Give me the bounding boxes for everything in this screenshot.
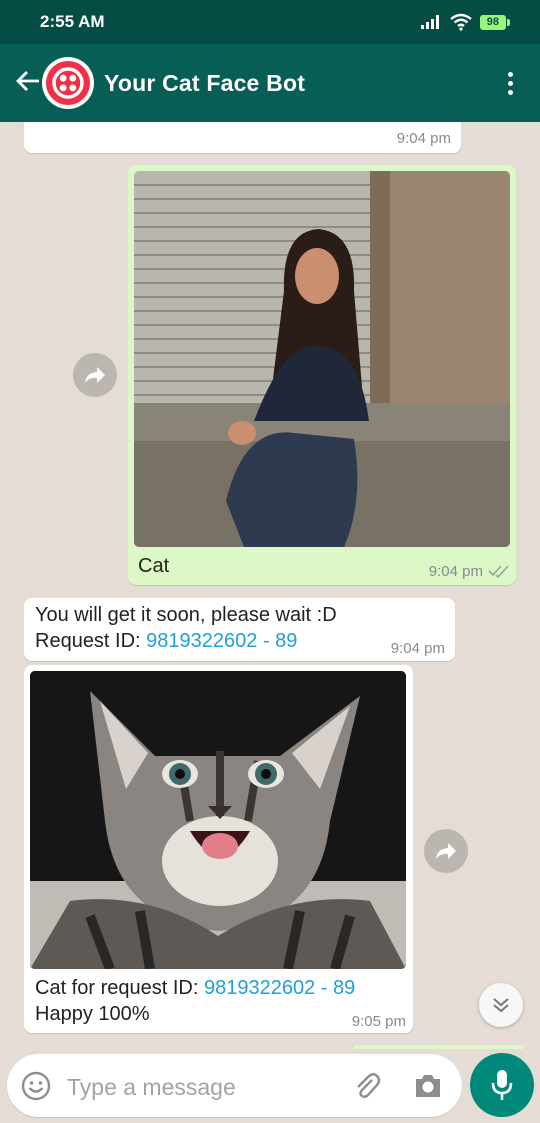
forward-icon[interactable]: [424, 829, 468, 873]
message-time: 9:05 pm: [351, 1013, 406, 1030]
message-incoming-image[interactable]: Cat for request ID: 9819322602 - 89 Happ…: [24, 665, 413, 1033]
request-id-link[interactable]: 9819322602 - 89: [204, 977, 355, 999]
outgoing-bubble-edge: [354, 1045, 524, 1049]
message-text-line1: You will get it soon, please wait :D: [35, 604, 337, 626]
battery-tip: [507, 18, 510, 26]
composer-bar: Type a message: [0, 1050, 540, 1123]
status-time: 2:55 AM: [40, 12, 105, 31]
status-bar: 2:55 AM 98: [0, 0, 540, 44]
message-text-line2: Happy 100%: [35, 1003, 150, 1025]
more-vert-icon[interactable]: [490, 71, 530, 95]
signal-icon: [420, 15, 439, 29]
twilio-logo-icon: [46, 61, 90, 105]
wifi-icon: [450, 13, 472, 31]
forward-icon[interactable]: [73, 353, 117, 397]
request-id-label: Request ID:: [35, 630, 147, 652]
photo-illustration: [134, 171, 510, 547]
mic-button[interactable]: [470, 1053, 534, 1117]
message-outgoing-image[interactable]: Cat 9:04 pm: [128, 165, 516, 585]
message-time: 9:04 pm: [428, 563, 483, 580]
chat-area[interactable]: 9:04 pm Cat 9:04 pm You will get it soon…: [0, 122, 540, 1050]
message-text-line2: Request ID: 9819322602 - 89: [35, 628, 297, 655]
double-check-icon: [488, 565, 509, 578]
message-incoming[interactable]: 9:04 pm: [24, 122, 461, 153]
chat-title[interactable]: Your Cat Face Bot: [104, 70, 490, 97]
camera-icon[interactable]: [413, 1072, 443, 1100]
cat-request-label: Cat for request ID:: [35, 977, 204, 999]
cat-illustration: [30, 671, 406, 969]
message-input[interactable]: Type a message: [7, 1054, 462, 1117]
message-placeholder: Type a message: [67, 1074, 236, 1100]
avatar[interactable]: [42, 57, 94, 109]
request-id-link[interactable]: 9819322602 - 89: [146, 630, 297, 652]
image-caption: Cat: [138, 555, 170, 577]
attach-icon[interactable]: [352, 1071, 382, 1101]
message-text-line1: Cat for request ID: 9819322602 - 89: [35, 975, 355, 1002]
message-incoming[interactable]: You will get it soon, please wait :D Req…: [24, 598, 455, 661]
message-time: 9:04 pm: [396, 130, 451, 147]
chevron-double-down-icon[interactable]: [479, 983, 523, 1027]
mic-icon: [491, 1070, 513, 1100]
received-cat-photo[interactable]: [30, 671, 406, 969]
sent-photo[interactable]: [134, 171, 510, 547]
chat-header: Your Cat Face Bot: [0, 44, 540, 122]
status-icons: 98: [420, 13, 510, 31]
emoji-icon[interactable]: [21, 1071, 51, 1101]
battery-level: 98: [479, 14, 506, 30]
message-time: 9:04 pm: [390, 640, 445, 657]
battery-indicator: 98: [479, 14, 510, 30]
